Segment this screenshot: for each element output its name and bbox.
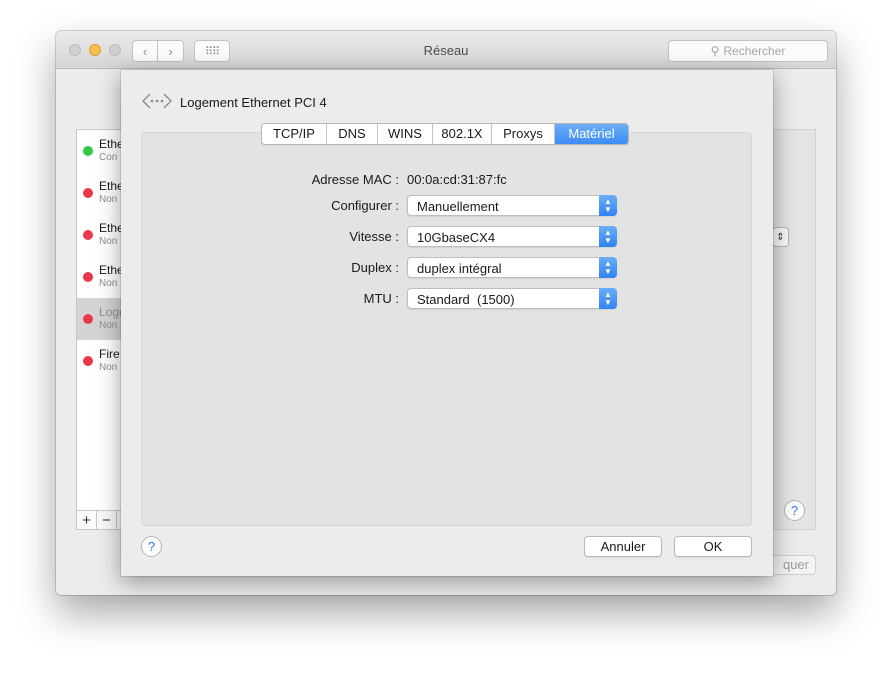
help-button[interactable]: ? [784,500,805,521]
advanced-settings-sheet: Logement Ethernet PCI 4 TCP/IP DNS WINS … [121,70,773,576]
search-placeholder: Rechercher [723,44,786,58]
mac-address-value: 00:0a:cd:31:87:fc [407,172,507,187]
service-status: Non [99,236,118,247]
title-bar: ‹ › ⠿⠿ Réseau ⚲ Rechercher [56,31,836,69]
ethernet-icon [142,93,172,109]
tab-bar: TCP/IP DNS WINS 802.1X Proxys Matériel [261,123,629,145]
popup-arrows-icon: ▲ ▼ [599,226,617,247]
tab-proxys[interactable]: Proxys [492,124,555,144]
sheet-title: Logement Ethernet PCI 4 [180,95,327,110]
add-service-button[interactable]: + [77,511,97,529]
search-icon: ⚲ [710,44,720,58]
service-status: Non [99,362,118,373]
service-item[interactable]: Ethe Non [77,172,124,214]
tab-dns[interactable]: DNS [327,124,378,144]
popup-arrows-icon[interactable]: ⇕ [772,227,789,247]
configure-popup[interactable]: Manuellement ▲ ▼ [407,195,617,216]
status-dot [83,188,93,198]
configure-value: Manuellement [417,199,499,214]
tab-content-panel [141,132,752,526]
tab-wins[interactable]: WINS [378,124,433,144]
tab-materiel[interactable]: Matériel [555,124,628,144]
mtu-popup[interactable]: Standard (1500) ▲ ▼ [407,288,617,309]
mtu-value: Standard (1500) [417,292,515,307]
status-dot [83,146,93,156]
status-dot [83,272,93,282]
service-name: Ethe [99,221,124,235]
duplex-value: duplex intégral [417,261,502,276]
popup-arrows-icon: ▲ ▼ [599,288,617,309]
search-field[interactable]: ⚲ Rechercher [668,40,828,62]
service-item[interactable]: Ethe Non [77,256,124,298]
service-status: Non [99,278,118,289]
service-item[interactable]: Loge Non [77,298,123,340]
tab-tcpip[interactable]: TCP/IP [262,124,327,144]
service-name: Ethe [99,179,124,193]
duplex-popup[interactable]: duplex intégral ▲ ▼ [407,257,617,278]
status-dot [83,356,93,366]
service-name: Ethe [99,137,124,151]
service-status: Non [99,194,118,205]
popup-arrows-icon: ▲ ▼ [599,195,617,216]
remove-service-button[interactable]: − [97,511,117,529]
duplex-label: Duplex : [351,260,399,275]
popup-arrows-icon: ▲ ▼ [599,257,617,278]
status-dot [83,230,93,240]
tab-8021x[interactable]: 802.1X [433,124,492,144]
cancel-button[interactable]: Annuler [584,536,662,557]
add-remove-bar: + − [76,510,124,530]
service-list: Ethe Con Ethe Non Ethe Non Ethe Non Loge… [76,129,124,530]
speed-label: Vitesse : [349,229,399,244]
ok-button[interactable]: OK [674,536,752,557]
status-dot [83,314,93,324]
service-name: Fire [99,347,120,361]
mtu-label: MTU : [363,291,399,306]
service-item[interactable]: Fire Non [77,340,123,382]
mac-address-label: Adresse MAC : [311,172,399,187]
service-item[interactable]: Ethe Non [77,214,124,256]
speed-popup[interactable]: 10GbaseCX4 ▲ ▼ [407,226,617,247]
service-name: Ethe [99,263,124,277]
help-button[interactable]: ? [141,536,162,557]
service-status: Non [99,320,118,331]
configure-label: Configurer : [331,198,399,213]
service-status: Con [99,152,118,163]
speed-value: 10GbaseCX4 [417,230,496,245]
service-item[interactable]: Ethe Con [77,130,124,172]
